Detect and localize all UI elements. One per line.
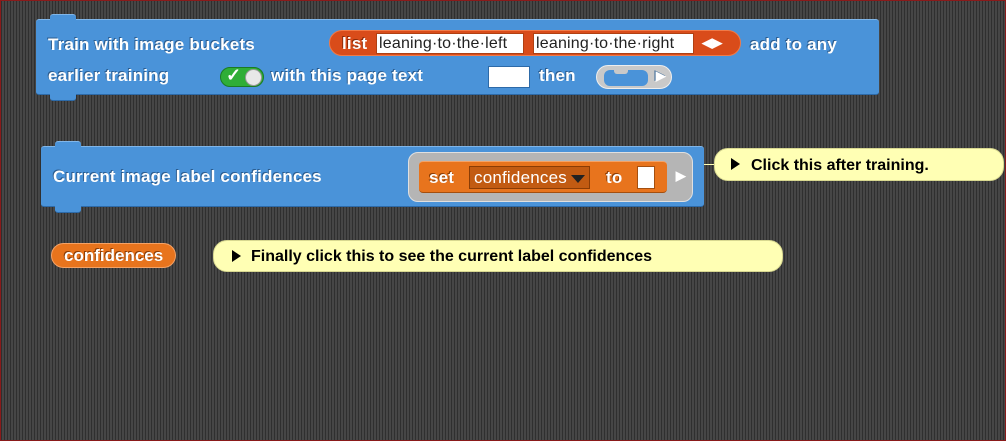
block-top-notch — [50, 14, 76, 21]
list-item-2-input[interactable]: leaning·to·the·right — [533, 33, 694, 54]
block-bottom-notch — [50, 94, 76, 101]
comment-text: Finally click this to see the current la… — [251, 248, 653, 265]
left-right-arrows-icon[interactable]: ◀▶ — [702, 35, 722, 51]
variable-dropdown[interactable]: confidences — [469, 166, 590, 189]
current-image-label-confidences-block[interactable]: Current image label confidences ▶ set co… — [41, 141, 704, 213]
confidences-variable-reporter[interactable]: confidences — [51, 243, 177, 268]
scripting-area[interactable]: Train with image buckets list leaning·to… — [0, 0, 1006, 441]
block-bottom-notch — [55, 206, 81, 213]
reporter-label: confidences — [64, 246, 164, 265]
page-text-label: with this page text — [271, 66, 424, 85]
add-to-any-label: add to any — [750, 35, 838, 54]
triangle-right-icon[interactable] — [232, 250, 241, 262]
set-variable-block[interactable]: set confidences to — [419, 161, 667, 193]
list-keyword: list — [342, 34, 368, 53]
earlier-training-toggle[interactable]: ✓ — [220, 65, 264, 87]
right-arrow-icon[interactable]: ▶ — [676, 168, 686, 184]
block-top-notch — [55, 141, 81, 148]
list-reporter[interactable]: list leaning·to·the·left leaning·to·the·… — [329, 30, 741, 56]
list-item-1-input[interactable]: leaning·to·the·left — [376, 33, 524, 54]
train-with-image-buckets-block[interactable]: Train with image buckets list leaning·to… — [36, 14, 879, 101]
comment-finally-click[interactable]: Finally click this to see the current la… — [213, 240, 783, 272]
toggle-knob — [245, 69, 262, 86]
confidences-block-label: Current image label confidences — [53, 167, 322, 186]
variable-name: confidences — [474, 168, 567, 187]
set-keyword: set — [429, 168, 455, 187]
check-icon: ✓ — [226, 65, 242, 85]
page-text-input[interactable] — [488, 66, 530, 88]
comment-text: Click this after training. — [751, 157, 929, 174]
then-label: then — [539, 66, 576, 85]
right-arrow-icon[interactable]: ▶ — [656, 68, 666, 84]
set-value-input[interactable] — [637, 166, 655, 189]
train-label: Train with image buckets — [48, 35, 255, 54]
triangle-right-icon[interactable] — [731, 158, 740, 170]
ring-hole — [604, 70, 648, 86]
earlier-training-label: earlier training — [48, 66, 170, 85]
dropdown-triangle-icon[interactable] — [570, 174, 585, 183]
to-keyword: to — [606, 168, 623, 187]
command-ring[interactable]: ▶ set confidences to — [408, 152, 693, 202]
comment-after-training[interactable]: Click this after training. — [714, 148, 1004, 181]
command-ring-slot[interactable]: ▶ — [596, 65, 672, 89]
